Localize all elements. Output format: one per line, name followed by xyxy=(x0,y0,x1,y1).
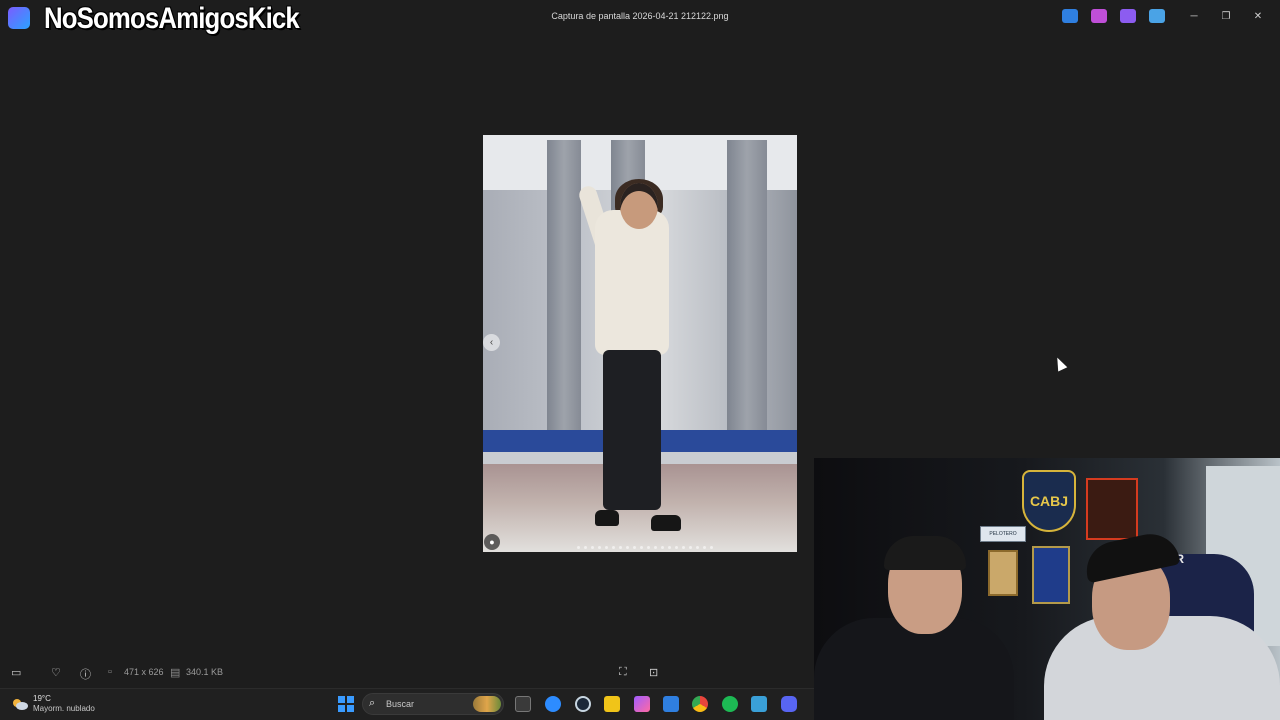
carousel-dot[interactable] xyxy=(703,546,706,549)
person-head xyxy=(620,183,658,229)
app-icon-3[interactable] xyxy=(1120,9,1136,23)
carousel-dot[interactable] xyxy=(661,546,664,549)
viewer-status-bar xyxy=(0,660,814,686)
carousel-dot[interactable] xyxy=(584,546,587,549)
app-icon-1[interactable] xyxy=(1062,9,1078,23)
start-tile xyxy=(347,696,354,703)
carousel-dot[interactable] xyxy=(640,546,643,549)
carousel-dot[interactable] xyxy=(605,546,608,549)
search-placeholder: Buscar xyxy=(386,699,415,709)
app-icon-2[interactable] xyxy=(1091,9,1107,23)
person-sweater xyxy=(595,210,669,355)
window-controls: ─ ❐ ✕ xyxy=(1178,6,1274,26)
cloudy-weather-icon[interactable] xyxy=(11,697,29,711)
search-highlight-image xyxy=(473,696,501,712)
start-tile xyxy=(347,705,354,712)
file-size-icon: ▤ xyxy=(170,667,181,679)
streamer-left-cap xyxy=(884,536,966,570)
chrome-icon[interactable] xyxy=(692,696,708,712)
weather-temperature[interactable]: 19°C xyxy=(33,694,51,703)
photo-viewer-window: NoSomosAmigosKick Captura de pantalla 20… xyxy=(0,0,1280,720)
club-crest: CABJ xyxy=(1022,470,1076,532)
start-tile xyxy=(338,696,345,703)
wall-sign: PELOTERO xyxy=(980,526,1026,542)
carousel-dots xyxy=(577,546,713,549)
displayed-photo xyxy=(483,135,797,552)
search-icon: ⌕ xyxy=(369,697,376,709)
carousel-dot[interactable] xyxy=(675,546,678,549)
fit-to-window-icon[interactable]: ⛶ xyxy=(619,666,627,679)
person-shoe xyxy=(651,515,681,531)
onedrive-icon[interactable] xyxy=(1149,9,1165,23)
person-icon[interactable]: ● xyxy=(484,534,500,550)
carousel-dot[interactable] xyxy=(619,546,622,549)
file-manager-icon[interactable] xyxy=(515,696,531,712)
jersey-frame xyxy=(1032,546,1070,604)
maximize-button[interactable]: ❐ xyxy=(1210,6,1242,26)
carousel-dot[interactable] xyxy=(654,546,657,549)
actual-size-icon[interactable]: ⊡ xyxy=(649,666,658,679)
titlebar-app-icons xyxy=(1062,9,1165,23)
explorer-icon[interactable] xyxy=(604,696,620,712)
carousel-dot[interactable] xyxy=(591,546,594,549)
carousel-dot[interactable] xyxy=(696,546,699,549)
pillar xyxy=(727,140,767,470)
carousel-dot[interactable] xyxy=(612,546,615,549)
discord-icon[interactable] xyxy=(781,696,797,712)
webcam-overlay: CABJ PELOTERO SDAR xyxy=(814,458,1280,720)
previous-image-button[interactable]: ‹ xyxy=(483,334,500,351)
carousel-dot[interactable] xyxy=(598,546,601,549)
steam-icon[interactable] xyxy=(575,696,591,712)
file-size: 340.1 KB xyxy=(186,667,224,677)
carousel-dot[interactable] xyxy=(577,546,580,549)
favorite-heart-icon[interactable]: ♡ xyxy=(51,666,61,679)
snipping-icon[interactable] xyxy=(751,696,767,712)
image-dimensions: 471 x 626 xyxy=(124,667,164,677)
minimize-button[interactable]: ─ xyxy=(1178,6,1210,26)
carousel-dot[interactable] xyxy=(647,546,650,549)
copilot-icon[interactable] xyxy=(634,696,650,712)
filmstrip-icon[interactable]: ▭ xyxy=(11,666,21,679)
close-button[interactable]: ✕ xyxy=(1242,6,1274,26)
spotify-icon[interactable] xyxy=(722,696,738,712)
store-icon[interactable] xyxy=(663,696,679,712)
pillar xyxy=(547,140,581,470)
streamer-left-body xyxy=(814,618,1014,720)
start-tile xyxy=(338,705,345,712)
dimensions-icon: ▫ xyxy=(108,666,112,678)
weather-condition[interactable]: Mayorm. nublado xyxy=(33,704,95,713)
carousel-dot[interactable] xyxy=(626,546,629,549)
info-icon[interactable]: ⓘ xyxy=(80,666,91,682)
mouse-cursor xyxy=(1052,355,1068,372)
carousel-dot[interactable] xyxy=(682,546,685,549)
carousel-dot[interactable] xyxy=(633,546,636,549)
start-button[interactable] xyxy=(338,696,354,712)
zoom-icon[interactable] xyxy=(545,696,561,712)
person-jeans xyxy=(603,350,661,510)
carousel-dot[interactable] xyxy=(668,546,671,549)
person-shoe xyxy=(595,510,619,526)
carousel-dot[interactable] xyxy=(689,546,692,549)
carousel-dot[interactable] xyxy=(710,546,713,549)
wall-frame xyxy=(988,550,1018,596)
wall-poster xyxy=(1086,478,1138,540)
